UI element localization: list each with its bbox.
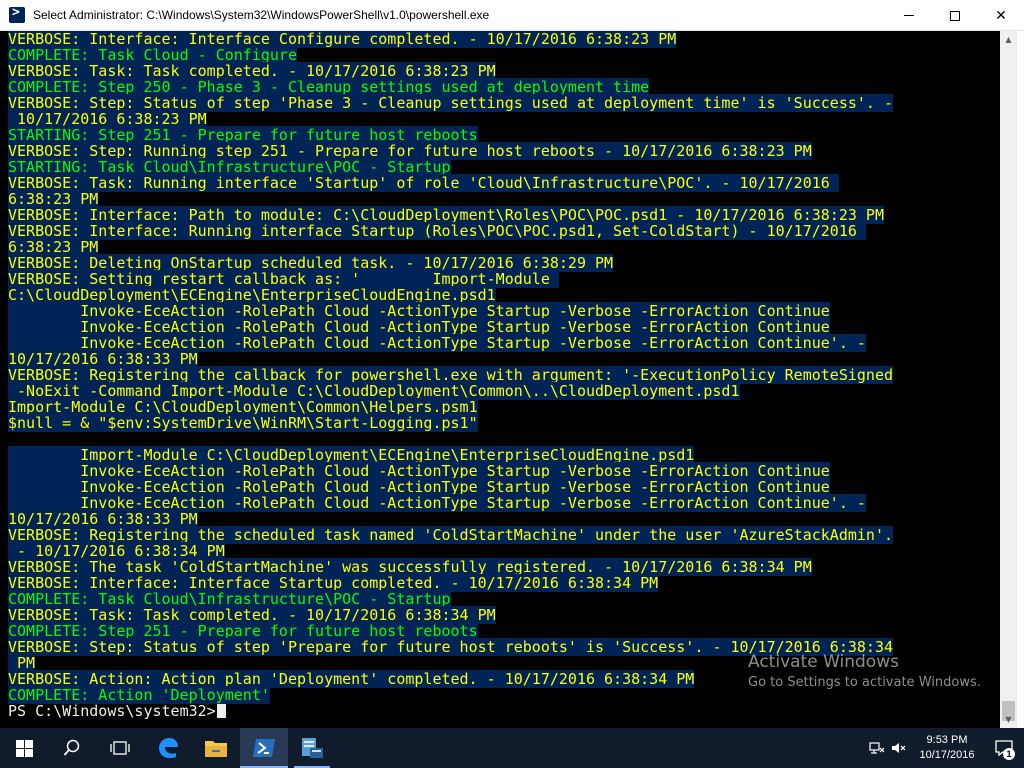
task-view-icon [110,741,130,755]
console-line: Invoke-EceAction -RolePath Cloud -Action… [8,494,893,512]
console-line: 10/17/2016 6:38:33 PM [8,350,893,368]
console-output[interactable]: VERBOSE: Interface: Interface Configure … [0,31,1000,728]
console-line: Invoke-EceAction -RolePath Cloud -Action… [8,302,893,320]
window-border [1017,31,1024,728]
server-manager-icon [302,738,323,758]
edge-button[interactable] [144,728,192,768]
console-prompt: PS C:\Windows\system32> [8,702,216,720]
console-lines: VERBOSE: Interface: Interface Configure … [8,31,894,719]
notification-count-badge: 1 [1003,748,1015,760]
console-line: C:\CloudDeployment\ECEngine\EnterpriseCl… [8,286,893,304]
console-line: VERBOSE: Step: Status of step 'Prepare f… [8,638,894,656]
console-line: Invoke-EceAction -RolePath Cloud -Action… [8,462,893,480]
volume-icon [892,743,906,753]
powershell-button[interactable] [240,728,288,768]
console-line: Import-Module C:\CloudDeployment\Common\… [8,398,893,416]
taskbar-clock[interactable]: 9:53 PM 10/17/2016 [910,733,984,763]
console-line: VERBOSE: Action: Action plan 'Deployment… [8,670,893,688]
windows-logo-icon [15,739,33,757]
console-line: COMPLETE: Action 'Deployment' [8,686,893,704]
window-controls: ✕ [886,0,1024,31]
console-line: - 10/17/2016 6:38:34 PM [8,542,893,560]
console-line: COMPLETE: Step 251 - Prepare for future … [8,622,893,640]
maximize-button[interactable] [932,0,978,31]
server-manager-button[interactable] [288,728,336,768]
console-line: 10/17/2016 6:38:33 PM [8,510,893,528]
console-line: Invoke-EceAction -RolePath Cloud -Action… [8,318,893,336]
console-line: COMPLETE: Step 250 - Phase 3 - Cleanup s… [8,78,893,96]
console-line: VERBOSE: Interface: Interface Startup co… [8,574,893,592]
console-line: COMPLETE: Task Cloud - Configure [8,46,893,64]
console-line: -NoExit -Command Import-Module C:\CloudD… [8,382,893,400]
folder-icon [205,741,227,757]
console-line: VERBOSE: Step: Status of step 'Phase 3 -… [8,94,894,112]
console-line: STARTING: Task Cloud\Infrastructure\POC … [8,158,893,176]
console-scrollbar[interactable]: ▲ ▼ [1000,31,1017,728]
console-line: Import-Module C:\CloudDeployment\ECEngin… [8,446,893,464]
close-icon: ✕ [995,7,1007,24]
action-center-button[interactable]: 1 [984,728,1024,768]
task-view-button[interactable] [96,728,144,768]
console-line: STARTING: Step 251 - Prepare for future … [8,126,893,144]
powershell-window-icon[interactable] [9,5,25,23]
window-title: Select Administrator: C:\Windows\System3… [33,8,490,22]
file-explorer-button[interactable] [192,728,240,768]
console-line: VERBOSE: Setting restart callback as: ' … [8,270,893,288]
scroll-down-arrow-icon[interactable]: ▼ [1000,711,1017,728]
console-line: VERBOSE: Interface: Running interface St… [8,222,893,240]
close-button[interactable]: ✕ [978,0,1024,31]
minimize-icon [904,15,914,16]
console-line: VERBOSE: Step: Running step 251 - Prepar… [8,142,893,160]
console-line: VERBOSE: Registering the callback for po… [8,366,894,384]
search-icon [63,739,80,756]
console-prompt-line[interactable]: PS C:\Windows\system32> [8,703,893,719]
console-line: 6:38:23 PM [8,238,893,256]
powershell-icon [253,739,275,757]
clock-time: 9:53 PM [926,734,968,746]
console-line-text: VERBOSE: Interface: Running interface St… [8,222,866,240]
system-tray: 9:53 PM 10/17/2016 1 [866,728,1024,768]
console-line: VERBOSE: Interface: Interface Configure … [8,31,893,48]
tray-expand-button[interactable] [866,728,888,768]
console-line-text: VERBOSE: Task: Running interface 'Startu… [8,174,839,192]
console-line-text: VERBOSE: Step: Status of step 'Prepare f… [8,638,894,656]
console-line: Invoke-EceAction -RolePath Cloud -Action… [8,478,893,496]
console-line: Invoke-EceAction -RolePath Cloud -Action… [8,334,893,352]
maximize-icon [950,10,960,21]
window-title-bar[interactable]: Select Administrator: C:\Windows\System3… [0,0,1024,31]
minimize-button[interactable] [886,0,932,31]
taskbar: 9:53 PM 10/17/2016 1 [0,728,1024,768]
console-line: VERBOSE: Task: Task completed. - 10/17/2… [8,62,893,80]
console-line: PM [8,654,893,672]
network-icon [869,742,885,754]
console-line: VERBOSE: Task: Running interface 'Startu… [8,174,893,192]
console-line: COMPLETE: Task Cloud\Infrastructure\POC … [8,590,893,608]
console-line: VERBOSE: The task 'ColdStartMachine' was… [8,558,893,576]
scroll-up-arrow-icon[interactable]: ▲ [1000,31,1017,48]
console-line: VERBOSE: Deleting OnStartup scheduled ta… [8,254,893,272]
edge-browser-icon [159,738,178,759]
clock-date: 10/17/2016 [919,749,975,761]
console-line-text: $null = & "$env:SystemDrive\WinRM\Start-… [8,414,478,432]
console-line: 6:38:23 PM [8,190,893,208]
text-cursor [216,704,226,718]
start-button[interactable] [0,728,48,768]
console-line: VERBOSE: Registering the scheduled task … [8,526,894,544]
volume-button[interactable] [888,728,910,768]
search-button[interactable] [48,728,96,768]
console-line: $null = & "$env:SystemDrive\WinRM\Start-… [8,414,893,432]
console-line: VERBOSE: Interface: Path to module: C:\C… [8,206,893,224]
console-line: 10/17/2016 6:38:23 PM [8,110,893,128]
console-line: VERBOSE: Task: Task completed. - 10/17/2… [8,606,893,624]
